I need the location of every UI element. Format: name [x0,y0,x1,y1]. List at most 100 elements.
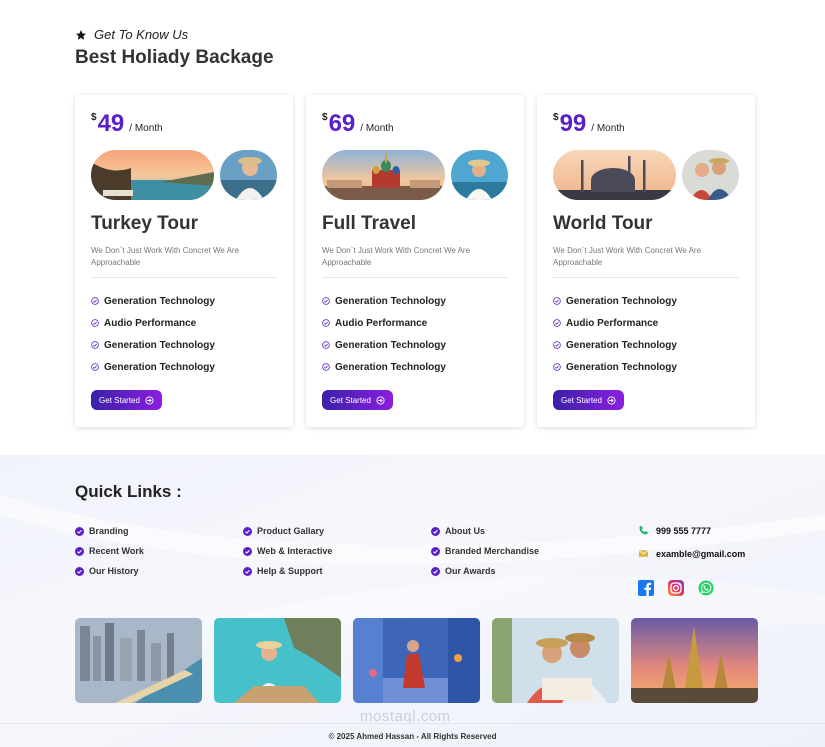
feature-item: Generation Technology [553,290,739,312]
get-started-button[interactable]: Get Started [553,390,624,410]
check-circle-filled-icon [75,526,84,536]
feature-item: Generation Technology [91,356,277,378]
section-title: Best Holiady Backage [75,47,274,68]
phone-icon [639,526,648,535]
footer-link-about-us[interactable]: About Us [431,521,539,541]
price-currency: $ [91,112,97,123]
contact-email[interactable]: examble@gmail.com [638,542,745,565]
price-period: / Month [129,123,163,134]
footer-link-branded-merchandise[interactable]: Branded Merchandise [431,541,539,561]
tourist-woman-image [451,150,508,200]
whatsapp-icon[interactable] [698,580,714,596]
gallery-photo-boat-lagoon[interactable] [214,618,341,703]
email-icon [638,550,649,557]
quick-links-column-1: Branding Recent Work Our History [75,521,144,581]
check-circle-icon [553,319,561,327]
footer-link-product-gallary[interactable]: Product Gallary [243,521,332,541]
feature-item: Audio Performance [322,312,508,334]
feature-list: Generation Technology Audio Performance … [91,290,277,378]
moscow-cathedral-image [322,150,445,200]
feature-item: Audio Performance [91,312,277,334]
price-period: / Month [360,123,394,134]
turkey-coast-image [91,150,214,200]
footer-link-web-interactive[interactable]: Web & Interactive [243,541,332,561]
gallery-photo-city-beach[interactable] [75,618,202,703]
check-circle-icon [553,297,561,305]
check-circle-filled-icon [431,526,440,536]
feature-item: Generation Technology [553,356,739,378]
price: $ 99 / Month [553,112,739,136]
price: $ 69 / Month [322,112,508,136]
price-currency: $ [322,112,328,123]
check-circle-filled-icon [431,546,440,556]
check-circle-icon [322,363,330,371]
check-circle-filled-icon [75,566,84,576]
arrow-in-circle-icon [376,395,385,405]
get-started-button[interactable]: Get Started [91,390,162,410]
copyright-text: © 2025 Ahmed Hassan - All Rights Reserve… [328,732,497,741]
card-title: Turkey Tour [91,213,198,234]
card-title: World Tour [553,213,653,234]
mosque-image [553,150,676,200]
price-amount: 69 [328,110,356,137]
social-links [638,580,745,596]
package-cards: $ 49 / Month Turkey Tour We Don`t Just W… [75,95,755,427]
tourist-couple-image [682,150,739,200]
arrow-in-circle-icon [607,395,616,405]
feature-item: Generation Technology [322,290,508,312]
check-circle-icon [91,297,99,305]
check-circle-filled-icon [243,566,252,576]
check-circle-icon [322,319,330,327]
section-eyebrow: Get To Know Us [75,27,188,42]
card-divider [553,277,739,278]
footer-link-branding[interactable]: Branding [75,521,144,541]
feature-item: Generation Technology [322,356,508,378]
get-started-button[interactable]: Get Started [322,390,393,410]
quick-links-column-2: Product Gallary Web & Interactive Help &… [243,521,332,581]
card-description: We Don`t Just Work With Concret We Are A… [322,246,471,267]
check-circle-icon [91,363,99,371]
check-circle-icon [553,341,561,349]
instagram-icon[interactable] [668,580,684,596]
package-card-turkey: $ 49 / Month Turkey Tour We Don`t Just W… [75,95,293,427]
footer-link-our-history[interactable]: Our History [75,561,144,581]
facebook-icon[interactable] [638,580,654,596]
footer-link-help-support[interactable]: Help & Support [243,561,332,581]
feature-item: Generation Technology [91,334,277,356]
gallery-photo-blue-stairs[interactable] [353,618,480,703]
contact-phone[interactable]: 999 555 7777 [638,519,745,542]
tourist-woman-image [220,150,277,200]
package-card-world-tour: $ 99 / Month World Tour We Don`t Just Wo… [537,95,755,427]
footer-link-recent-work[interactable]: Recent Work [75,541,144,561]
gallery-photo-temple-sunset[interactable] [631,618,758,703]
price-amount: 99 [559,110,587,137]
feature-item: Generation Technology [553,334,739,356]
quick-links-title: Quick Links : [75,482,182,501]
quick-links-column-3: About Us Branded Merchandise Our Awards [431,521,539,581]
check-circle-icon [322,341,330,349]
price-period: / Month [591,123,625,134]
check-circle-filled-icon [243,546,252,556]
gallery-photo-couple-map[interactable] [492,618,619,703]
feature-item: Generation Technology [91,290,277,312]
contact-info: 999 555 7777 examble@gmail.com [638,519,745,596]
feature-list: Generation Technology Audio Performance … [322,290,508,378]
check-circle-icon [91,341,99,349]
feature-item: Generation Technology [322,334,508,356]
check-circle-filled-icon [243,526,252,536]
check-circle-filled-icon [75,546,84,556]
footer-link-our-awards[interactable]: Our Awards [431,561,539,581]
check-circle-icon [91,319,99,327]
price: $ 49 / Month [91,112,277,136]
footer-divider [0,723,825,724]
check-circle-icon [553,363,561,371]
price-currency: $ [553,112,559,123]
card-description: We Don`t Just Work With Concret We Are A… [91,246,240,267]
feature-item: Audio Performance [553,312,739,334]
card-description: We Don`t Just Work With Concret We Are A… [553,246,702,267]
card-title: Full Travel [322,213,416,234]
arrow-in-circle-icon [145,395,154,405]
card-divider [322,277,508,278]
check-circle-icon [322,297,330,305]
photo-gallery [75,618,758,703]
